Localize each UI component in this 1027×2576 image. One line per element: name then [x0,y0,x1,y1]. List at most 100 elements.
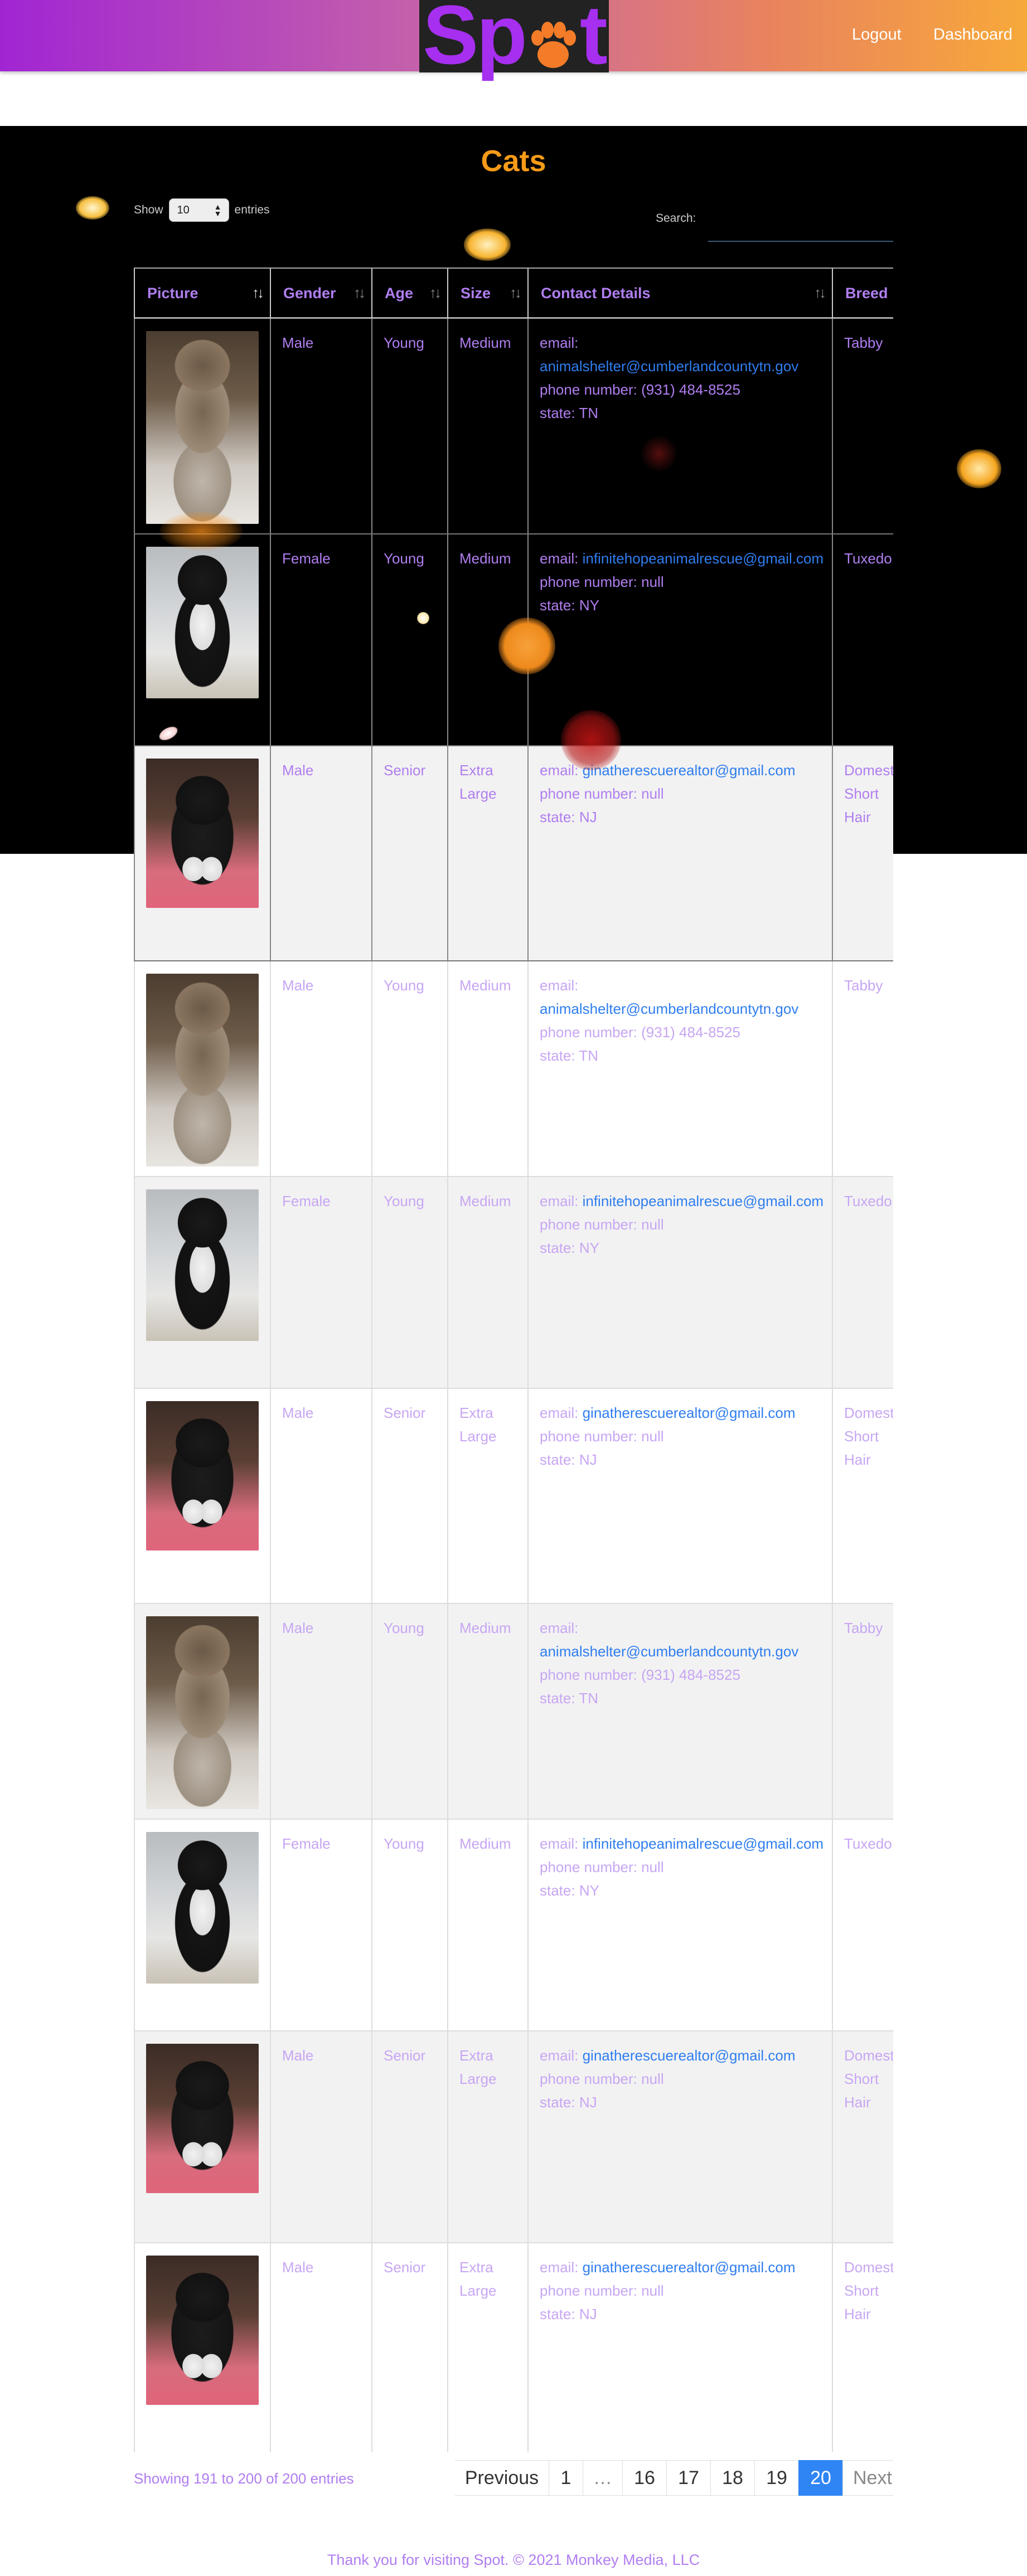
black-white-cat-photo[interactable] [146,2044,259,2193]
state-text: state: NY [540,1882,599,1899]
size-cell: Extra Large [447,1389,527,1603]
picture-cell [134,2031,270,2242]
dashboard-link[interactable]: Dashboard [933,26,1013,44]
black-white-cat-photo[interactable] [146,759,259,908]
picture-cell [134,319,270,533]
email-link[interactable]: ginatherescuerealtor@gmail.com [583,2047,796,2064]
gender-cell-text: Male [282,334,314,351]
picture-cell [134,1177,270,1388]
next-page-button[interactable]: Next [842,2460,893,2496]
email-link[interactable]: infinitehopeanimalrescue@gmail.com [583,1193,824,1209]
column-header-size[interactable]: Size ↑↓ [447,269,527,318]
gender-cell: Male [270,2243,371,2452]
page-button[interactable]: 19 [754,2460,799,2496]
breed-cell-text: Tuxedo [844,1835,892,1852]
size-cell: Extra Large [447,746,527,960]
email-link[interactable]: animalshelter@cumberlandcountytn.gov [540,1000,798,1017]
tabby-cat-photo[interactable] [146,331,259,524]
column-header-gender[interactable]: Gender ↑↓ [270,269,371,318]
contact-details-cell: email: ginatherescuerealtor@gmail.com pho… [527,746,832,960]
column-header-breed[interactable]: Breed ↑↓ [832,269,893,318]
table-row: Male Young Medium email: animalshelter@cumb… [134,961,893,1177]
state-text: state: NJ [540,2306,597,2322]
tuxedo-cat-photo[interactable] [146,1189,259,1341]
tuxedo-cat-photo[interactable] [146,1832,259,1984]
previous-page-button[interactable]: Previous [455,2460,549,2496]
page-button[interactable]: 1 [549,2460,583,2496]
table-info-text: Showing 191 to 200 of 200 entries [134,2470,354,2487]
tuxedo-cat-photo[interactable] [146,547,259,698]
size-cell-text: Medium [459,334,511,351]
size-cell-text: Extra Large [459,2259,497,2299]
page-button-active[interactable]: 20 [798,2460,843,2496]
age-cell: Senior [371,2243,447,2452]
email-link[interactable]: ginatherescuerealtor@gmail.com [583,2259,796,2276]
size-cell-text: Medium [459,1620,511,1636]
email-label: email: [540,2259,579,2276]
page-ellipsis: … [583,2460,623,2496]
email-label: email: [540,334,579,351]
email-link[interactable]: infinitehopeanimalrescue@gmail.com [583,550,824,567]
breed-cell-text: Tuxedo [844,1193,892,1209]
state-text: state: NY [540,597,599,614]
email-link[interactable]: infinitehopeanimalrescue@gmail.com [583,1835,824,1852]
phone-number-text: phone number: null [540,1216,664,1233]
picture-cell [134,746,270,960]
breed-cell: Tabby [832,1604,893,1819]
age-cell-text: Senior [384,1404,426,1421]
email-link[interactable]: animalshelter@cumberlandcountytn.gov [540,1643,798,1660]
size-cell-text: Extra Large [459,1404,497,1445]
entries-length-control: Show 10 ▲ ▼ entries [134,198,270,222]
search-input[interactable] [708,216,893,242]
phone-number-text: phone number: (931) 484-8525 [540,381,740,398]
breed-cell-text: Domestic Short Hair [844,762,893,825]
tabby-cat-photo[interactable] [146,974,259,1167]
email-link[interactable]: animalshelter@cumberlandcountytn.gov [540,358,798,375]
gender-cell: Male [270,1604,371,1819]
sort-arrows-icon: ↑↓ [814,284,826,301]
email-label: email: [540,2047,579,2064]
column-header-age[interactable]: Age ↑↓ [371,269,447,318]
contact-details-cell: email: infinitehopeanimalrescue@gmail.co… [527,1177,832,1388]
show-label: Show [134,203,163,216]
tabby-cat-photo[interactable] [146,1616,259,1809]
page-button[interactable]: 16 [622,2460,667,2496]
size-cell: Medium [447,319,527,533]
age-cell: Senior [371,1389,447,1603]
sort-arrows-icon: ↑↓ [353,284,366,301]
size-cell: Medium [447,1604,527,1819]
phone-number-text: phone number: null [540,2070,664,2087]
email-link[interactable]: ginatherescuerealtor@gmail.com [583,1404,796,1421]
column-header-picture[interactable]: Picture ↑↓ [134,269,270,318]
contact-details-cell: email: infinitehopeanimalrescue@gmail.co… [527,1820,832,2030]
age-cell: Young [371,961,447,1176]
column-header-contact-details[interactable]: Contact Details ↑↓ [527,269,832,318]
gender-cell-text: Female [282,1835,331,1852]
table-row: Male Senior Extra Large email: ginatherescu… [134,746,893,961]
spot-logo[interactable]: Sp t [419,0,609,76]
page-button[interactable]: 17 [666,2460,711,2496]
size-cell: Medium [447,1177,527,1388]
page-button[interactable]: 18 [710,2460,755,2496]
black-white-cat-photo[interactable] [146,2256,259,2405]
black-white-cat-photo[interactable] [146,1401,259,1551]
age-cell: Young [371,1177,447,1388]
phone-number-text: phone number: null [540,1428,664,1445]
entries-select[interactable]: 10 ▲ ▼ [168,198,229,222]
gender-cell: Female [270,534,371,745]
breed-cell-text: Domestic Short Hair [844,2259,893,2322]
table-row: Male Senior Extra Large email: ginatherescu… [134,2031,893,2243]
breed-cell-text: Tabby [844,334,883,351]
state-text: state: NJ [540,2094,597,2111]
contact-details-cell: email: infinitehopeanimalrescue@gmail.co… [527,534,832,745]
gender-cell: Male [270,1389,371,1603]
age-cell: Young [371,1604,447,1819]
size-cell: Medium [447,534,527,745]
age-cell-text: Young [384,334,424,351]
age-cell: Young [371,534,447,745]
phone-number-text: phone number: (931) 484-8525 [540,1024,740,1041]
email-link[interactable]: ginatherescuerealtor@gmail.com [583,762,796,779]
logo-letter-o-paw-icon [526,4,580,68]
age-cell-text: Young [384,550,424,567]
logout-link[interactable]: Logout [852,26,902,44]
